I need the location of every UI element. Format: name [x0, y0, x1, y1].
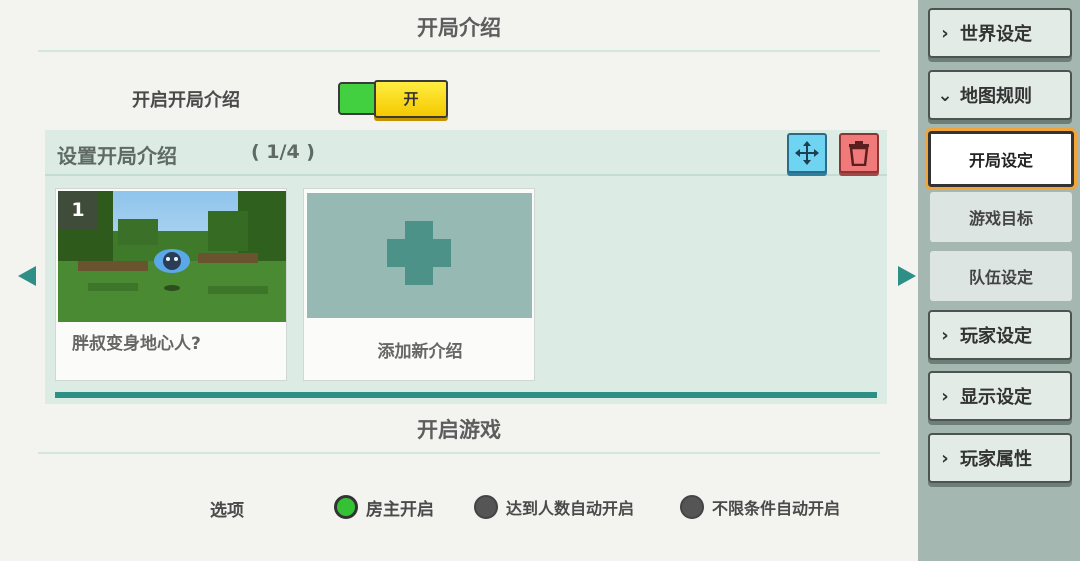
- sidebar-subitem-game-goal[interactable]: 游戏目标: [930, 192, 1072, 242]
- sidebar-item-label: 显示设定: [960, 387, 1032, 408]
- radio-label: 达到人数自动开启: [506, 499, 635, 518]
- delete-button[interactable]: [839, 133, 879, 173]
- card-caption: 胖叔变身地心人?: [72, 334, 201, 354]
- add-intro-caption: 添加新介绍: [377, 342, 463, 362]
- intro-count: ( 1/4 ): [251, 141, 315, 163]
- sidebar-item-label: 世界设定: [960, 24, 1032, 45]
- chevron-right-icon: ›: [941, 385, 949, 407]
- radio-host-start[interactable]: 房主开启: [334, 494, 434, 520]
- radio-label: 房主开启: [366, 499, 434, 520]
- scroll-left-icon[interactable]: [18, 266, 36, 286]
- sidebar-item-map-rules[interactable]: ⌄ 地图规则: [928, 70, 1072, 120]
- enable-intro-label: 开启开局介绍: [132, 90, 240, 111]
- scroll-right-icon[interactable]: [898, 266, 916, 286]
- trash-icon: [849, 141, 869, 166]
- move-button[interactable]: [787, 133, 827, 173]
- chevron-down-icon: ⌄: [937, 84, 953, 106]
- sidebar-item-display-settings[interactable]: › 显示设定: [928, 371, 1072, 421]
- toggle-track: [338, 82, 378, 115]
- add-intro-card[interactable]: 添加新介绍: [303, 188, 535, 381]
- panel-scrollbar[interactable]: [55, 392, 877, 398]
- settings-sidebar: › 世界设定 ⌄ 地图规则 开局设定 游戏目标 队伍设定 › 玩家设定 › 显示…: [918, 0, 1080, 561]
- sidebar-subitem-team-settings[interactable]: 队伍设定: [930, 251, 1072, 301]
- start-game-section-title: 开启游戏: [417, 418, 501, 442]
- panel-header: 设置开局介绍 ( 1/4 ): [45, 130, 887, 176]
- sidebar-subitem-start-settings[interactable]: 开局设定: [925, 128, 1077, 190]
- radio-dot[interactable]: [680, 495, 704, 519]
- plus-icon-bar: [387, 239, 451, 267]
- radio-dot[interactable]: [474, 495, 498, 519]
- sidebar-item-world-settings[interactable]: › 世界设定: [928, 8, 1072, 58]
- radio-auto-start-unconditional[interactable]: 不限条件自动开启: [680, 494, 840, 520]
- add-thumbnail: [307, 193, 532, 318]
- sidebar-item-label: 玩家设定: [960, 326, 1032, 347]
- intro-card[interactable]: 1 胖叔变身地心人?: [55, 188, 287, 381]
- chevron-right-icon: ›: [941, 22, 949, 44]
- option-label: 选项: [210, 501, 244, 521]
- sidebar-item-label: 玩家属性: [960, 449, 1032, 470]
- card-number-badge: 1: [58, 191, 98, 229]
- toggle-knob[interactable]: 开: [374, 80, 448, 118]
- sidebar-item-player-settings[interactable]: › 玩家设定: [928, 310, 1072, 360]
- chevron-right-icon: ›: [941, 324, 949, 346]
- divider: [38, 452, 880, 454]
- chevron-right-icon: ›: [941, 447, 949, 469]
- radio-auto-start-player-count[interactable]: 达到人数自动开启: [474, 494, 634, 520]
- intro-settings-panel: 设置开局介绍 ( 1/4 ) 1 胖叔变身地心人? 添加新介绍: [45, 130, 887, 404]
- move-arrows-icon: [795, 141, 819, 165]
- radio-label: 不限条件自动开启: [712, 499, 841, 518]
- panel-title: 设置开局介绍: [57, 144, 177, 168]
- main-content: 开局介绍 开启开局介绍 开 设置开局介绍 ( 1/4 ) 1 胖叔变身地心人? …: [0, 0, 918, 561]
- intro-thumbnail: 1: [58, 191, 286, 322]
- sidebar-item-player-attributes[interactable]: › 玩家属性: [928, 433, 1072, 483]
- sidebar-item-label: 地图规则: [960, 86, 1032, 107]
- intro-section-title: 开局介绍: [417, 16, 501, 40]
- divider: [38, 50, 880, 52]
- radio-dot[interactable]: [334, 495, 358, 519]
- enable-intro-toggle[interactable]: 开: [338, 80, 448, 118]
